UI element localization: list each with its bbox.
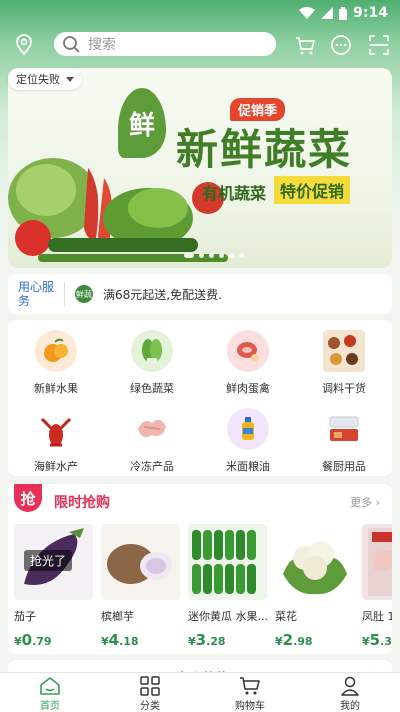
- location-pin-icon[interactable]: [14, 34, 34, 56]
- tab-home[interactable]: 首页: [0, 673, 100, 712]
- product-card[interactable]: 槟榔芋 ¥4.18: [101, 524, 180, 649]
- notice-text: 满68元起送,免配送费.: [103, 287, 222, 302]
- location-dropdown[interactable]: 定位失败: [8, 68, 82, 90]
- search-icon: [63, 36, 80, 53]
- category-seafood[interactable]: 海鲜水产: [8, 398, 104, 476]
- containers-icon: [323, 408, 365, 450]
- search-placeholder: 搜索: [88, 37, 116, 53]
- message-icon[interactable]: [330, 34, 352, 56]
- category-label: 餐厨用品: [322, 460, 366, 473]
- product-price: ¥5.38: [362, 631, 392, 649]
- service-label: 用心服务: [18, 280, 55, 308]
- product-card[interactable]: 抢光了 茄子 ¥0.79: [14, 524, 93, 649]
- cart-icon: [240, 677, 260, 695]
- banner-subtitle: 有机蔬菜: [202, 184, 267, 203]
- top-header: 搜索: [0, 30, 400, 58]
- product-card[interactable]: 迷你黄瓜 水果... ¥3.28: [188, 524, 267, 649]
- category-label: 海鲜水产: [34, 460, 78, 473]
- flash-sale-section: 抢 限时抢购 更多 › 抢光了 茄子 ¥0.79 槟榔芋 ¥4.18 迷你黄瓜 …: [8, 484, 392, 654]
- frozen-meat-icon: [131, 408, 173, 450]
- brand-logo: 鲜: [118, 88, 166, 158]
- scan-icon[interactable]: [368, 34, 390, 56]
- eggplant-image: 抢光了: [14, 524, 93, 600]
- product-card[interactable]: 凤肚 1斤 ¥5.38: [362, 524, 392, 649]
- category-fruit[interactable]: 新鲜水果: [8, 320, 104, 398]
- tab-label: 首页: [40, 701, 60, 712]
- caret-down-icon: [66, 76, 74, 82]
- cucumber-image: [188, 524, 267, 600]
- product-name: 菜花: [275, 610, 297, 623]
- product-card[interactable]: 菜花 ¥2.98: [275, 524, 354, 649]
- banner-dot[interactable]: [229, 253, 234, 258]
- status-bar: 9:14: [0, 0, 400, 26]
- banner-dot[interactable]: [184, 253, 194, 258]
- sold-out-badge: 抢光了: [24, 550, 73, 571]
- product-price: ¥2.98: [275, 631, 313, 649]
- tab-category[interactable]: 分类: [100, 673, 200, 712]
- flash-sale-title: 限时抢购: [54, 495, 110, 511]
- category-label: 绿色蔬菜: [130, 382, 174, 395]
- notice-bar[interactable]: 用心服务 鲜蔬 满68元起送,免配送费.: [8, 274, 392, 314]
- user-icon: [341, 676, 359, 696]
- category-grain-oil[interactable]: 米面粮油: [200, 398, 296, 476]
- category-label: 冷冻产品: [130, 460, 174, 473]
- home-icon: [40, 677, 60, 695]
- banner-dot[interactable]: [219, 253, 224, 258]
- orange-icon: [35, 330, 77, 372]
- tripe-image: [362, 524, 392, 600]
- category-kitchen[interactable]: 餐厨用品: [296, 398, 392, 476]
- bottom-tab-bar: 首页 分类 购物车 我的: [0, 672, 400, 712]
- product-name: 迷你黄瓜 水果...: [188, 610, 267, 623]
- banner-title: 新鲜蔬菜: [176, 125, 353, 174]
- flash-sale-more-link[interactable]: 更多 ›: [350, 494, 380, 510]
- banner-dot[interactable]: [239, 253, 244, 258]
- product-price: ¥0.79: [14, 631, 52, 649]
- banner-dot[interactable]: [199, 253, 204, 258]
- promo-banner[interactable]: 鲜 促销季 新鲜蔬菜 有机蔬菜 特价促销: [8, 68, 392, 268]
- category-spices[interactable]: 调料干货: [296, 320, 392, 398]
- category-label: 新鲜水果: [34, 382, 78, 395]
- spices-icon: [323, 330, 365, 372]
- category-label: 调料干货: [322, 382, 366, 395]
- product-name: 凤肚 1斤: [362, 610, 392, 623]
- battery-icon: [339, 6, 348, 20]
- category-meat[interactable]: 鲜肉蛋禽: [200, 320, 296, 398]
- signal-icon: [321, 7, 334, 19]
- banner-dot[interactable]: [209, 253, 214, 258]
- search-bar[interactable]: 搜索: [54, 32, 276, 56]
- banner-subtitle-highlight: 特价促销: [274, 176, 351, 204]
- greens-icon: [131, 330, 173, 372]
- divider: [64, 282, 65, 306]
- category-label: 鲜肉蛋禽: [226, 382, 270, 395]
- tab-profile[interactable]: 我的: [300, 673, 400, 712]
- cauliflower-image: [275, 524, 354, 600]
- shop-logo-icon: 鲜蔬: [75, 285, 93, 303]
- tab-label: 购物车: [235, 701, 265, 712]
- wifi-icon: [299, 7, 316, 19]
- category-grid: 新鲜水果 绿色蔬菜 鲜肉蛋禽 调料干货 海鲜水产 冷冻产品 米面粮油 餐厨用品: [8, 320, 392, 476]
- status-time: 9:14: [353, 5, 388, 21]
- product-price: ¥4.18: [101, 631, 139, 649]
- chevron-right-icon: ›: [375, 496, 380, 509]
- oil-icon: [227, 408, 269, 450]
- tab-cart[interactable]: 购物车: [200, 673, 300, 712]
- product-name: 槟榔芋: [101, 610, 134, 623]
- category-label: 米面粮油: [226, 460, 270, 473]
- category-frozen[interactable]: 冷冻产品: [104, 398, 200, 476]
- cart-icon[interactable]: [294, 34, 316, 56]
- location-label: 定位失败: [16, 73, 60, 86]
- flash-sale-tag: 抢: [14, 484, 42, 512]
- grid-icon: [140, 676, 160, 696]
- banner-pagination: [184, 253, 244, 258]
- crayfish-icon: [35, 408, 77, 450]
- taro-image: [101, 524, 180, 600]
- category-vegetables[interactable]: 绿色蔬菜: [104, 320, 200, 398]
- tab-label: 分类: [140, 701, 160, 712]
- tab-label: 我的: [340, 701, 360, 712]
- product-list: 抢光了 茄子 ¥0.79 槟榔芋 ¥4.18 迷你黄瓜 水果... ¥3.28 …: [14, 524, 392, 649]
- product-name: 茄子: [14, 610, 36, 623]
- meat-icon: [227, 330, 269, 372]
- product-price: ¥3.28: [188, 631, 226, 649]
